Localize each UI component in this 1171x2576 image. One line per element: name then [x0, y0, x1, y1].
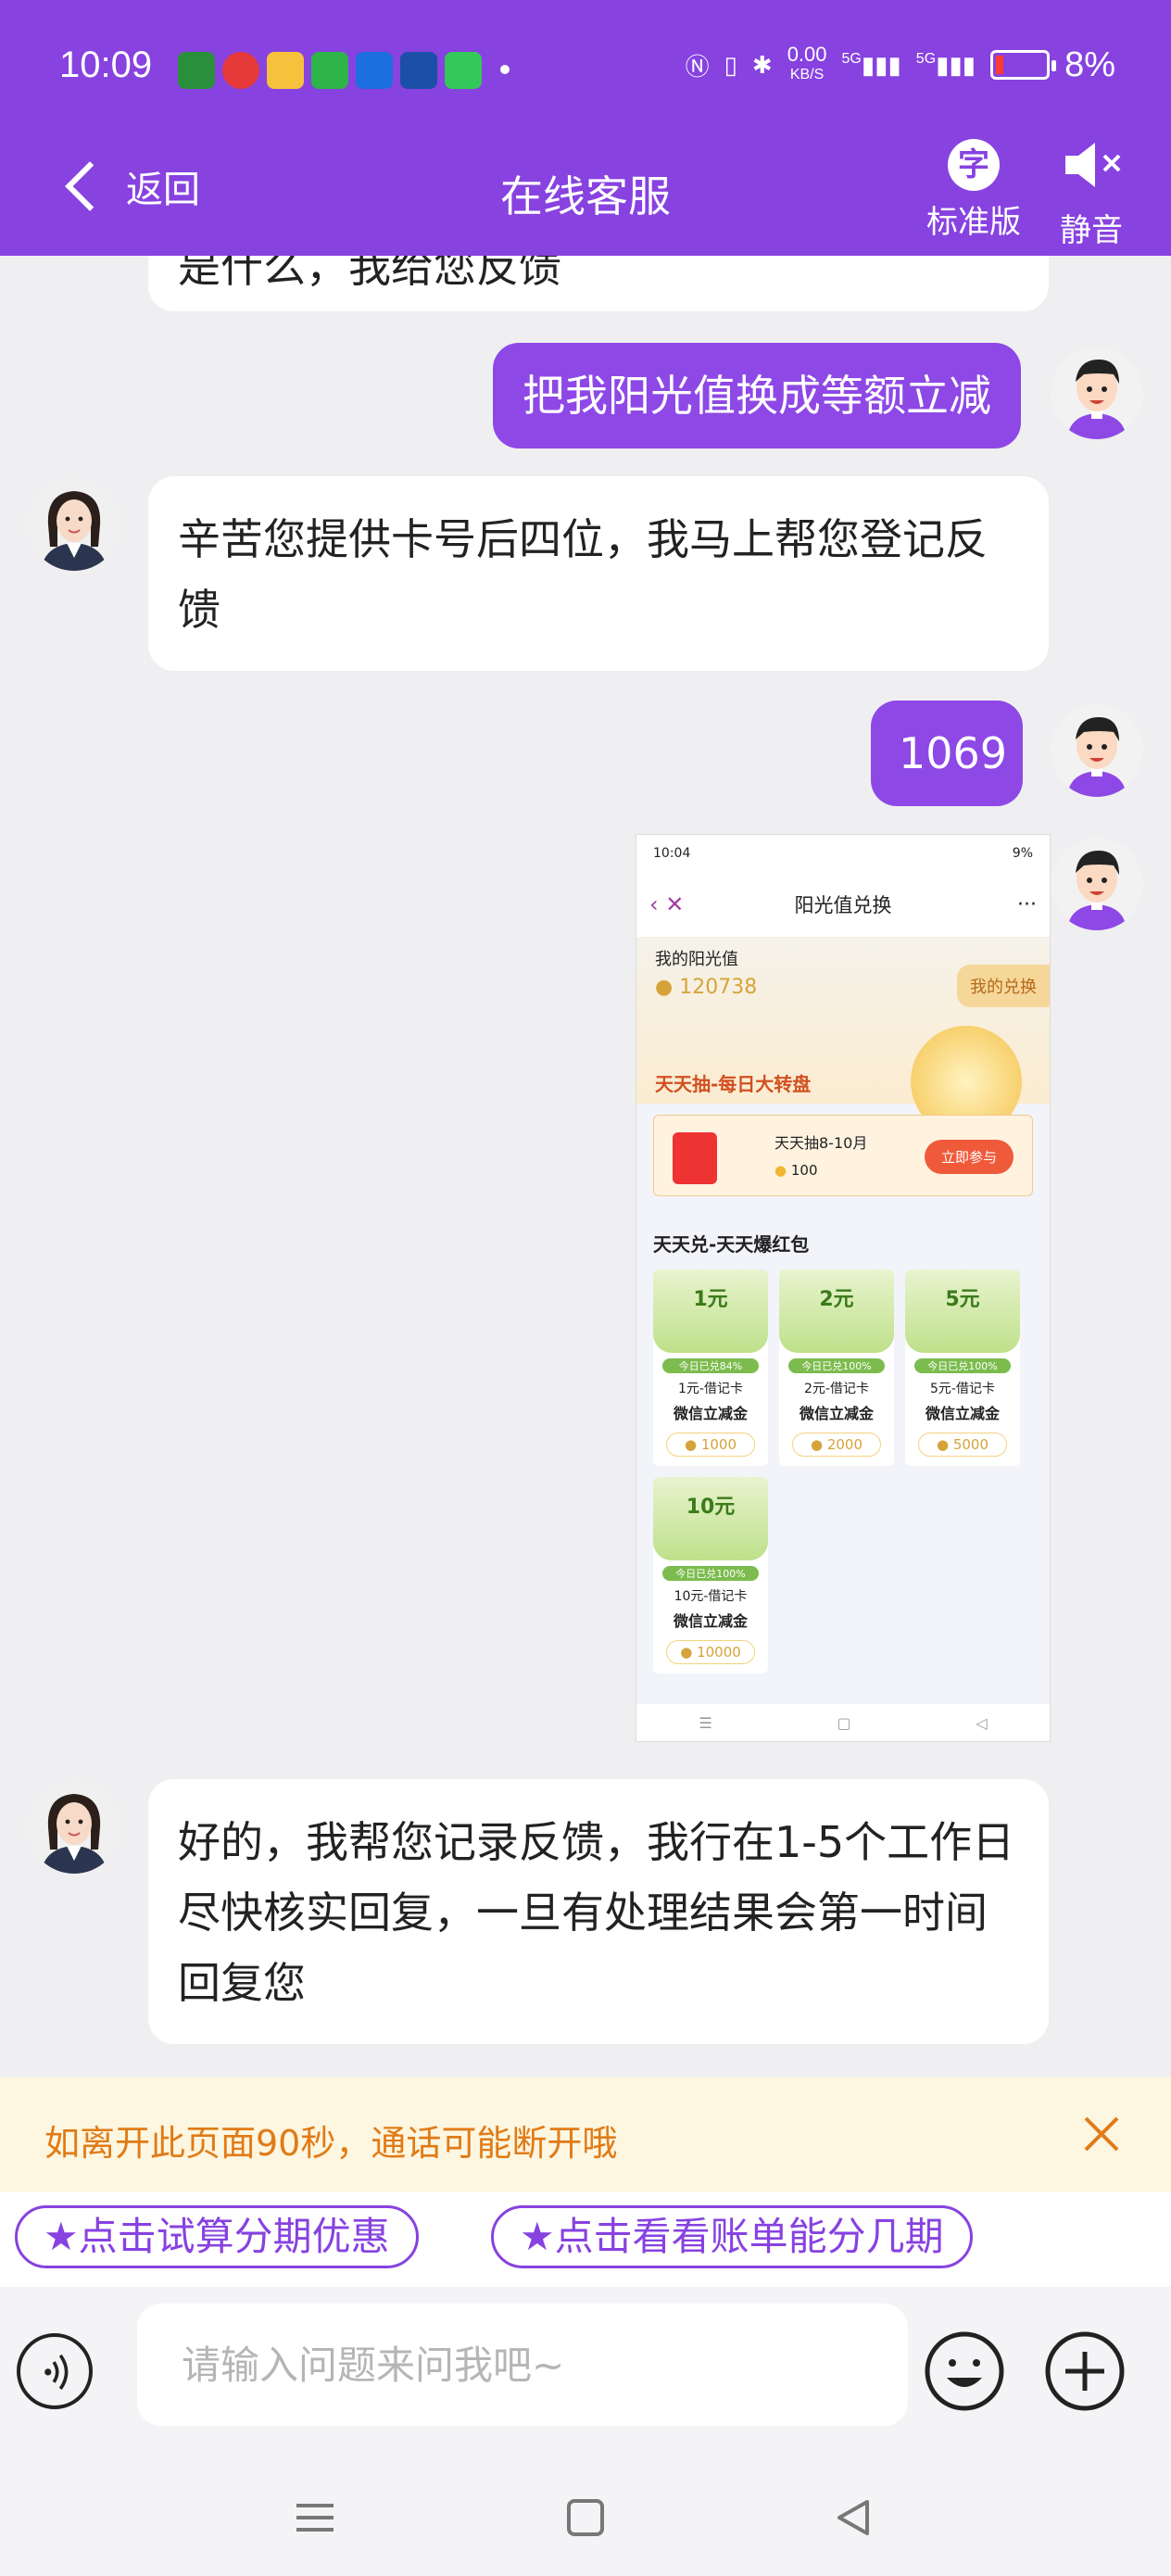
- ss-join-button: 立即参与: [924, 1140, 1014, 1174]
- ss-status-bar: 10:04 9%: [636, 835, 1050, 872]
- phone-icon: [311, 52, 348, 89]
- user-avatar[interactable]: [1051, 347, 1143, 439]
- signal-icon: 5G▮▮▮: [915, 50, 976, 79]
- agent-avatar[interactable]: [28, 478, 120, 571]
- message-icon: [445, 52, 482, 89]
- agent-message: 好的，我帮您记录反馈，我行在1-5个工作日尽快核实回复，一旦有处理结果会第一时间…: [148, 1779, 1049, 2044]
- bluetooth-icon: ✱: [751, 50, 773, 79]
- system-nav-bar: [0, 2454, 1171, 2576]
- ss-nav-bar: ‹ ✕ 阳光值兑换 ···: [636, 872, 1050, 937]
- net-speed: 0.00 KB/S: [787, 43, 827, 83]
- user-avatar[interactable]: [1051, 838, 1143, 930]
- top-bar: 10:09 Ⓝ ▯ ✱ 0.00 KB/S 5G▮▮▮ 5G▮▮▮ 8% 返回 …: [0, 0, 1171, 256]
- voice-input-icon[interactable]: [17, 2333, 93, 2409]
- ss-back-close-icon: ‹ ✕: [649, 891, 685, 917]
- app-notification-icon: [222, 52, 259, 89]
- vibrate-icon: ▯: [724, 50, 737, 79]
- ss-menu-icon: ☰: [699, 1713, 712, 1732]
- ss-draw-card: 天天抽8-10月 ● 100 立即参与: [653, 1115, 1033, 1196]
- menu-icon[interactable]: [287, 2494, 343, 2541]
- message-input[interactable]: [137, 2304, 908, 2426]
- status-time: 10:09: [59, 44, 153, 85]
- ss-reward-card: 5元 今日已兑100% 5元-借记卡 微信立减金 ● 5000: [905, 1269, 1020, 1466]
- mute-label: 静音: [1060, 212, 1123, 249]
- battery-icon: [990, 50, 1057, 80]
- close-icon[interactable]: [1080, 2113, 1123, 2155]
- ss-reward-card: 2元 今日已兑100% 2元-借记卡 微信立减金 ● 2000: [779, 1269, 894, 1466]
- signal-icon: 5G▮▮▮: [841, 50, 901, 79]
- ss-nav-buttons: ☰ ▢ ◁: [636, 1704, 1050, 1741]
- font-icon: 字: [948, 139, 1000, 191]
- disconnect-notice: 如离开此页面90秒，通话可能断开哦: [0, 2077, 1171, 2192]
- emoji-icon[interactable]: [923, 2330, 1006, 2413]
- app-notification-icon: [267, 52, 304, 89]
- ss-reward-card: 10元 今日已兑100% 10元-借记卡 微信立减金 ● 10000: [653, 1477, 768, 1673]
- ss-section-title: 天天兑-天天爆红包: [653, 1233, 810, 1256]
- ss-reward-card: 1元 今日已兑84% 1元-借记卡 微信立减金 ● 1000: [653, 1269, 768, 1466]
- agent-message: 辛苦您提供卡号后四位，我马上帮您登记反馈: [148, 476, 1049, 671]
- speaker-mute-icon: [1065, 143, 1121, 187]
- home-icon[interactable]: [558, 2494, 613, 2541]
- status-right: Ⓝ ▯ ✱ 0.00 KB/S 5G▮▮▮ 5G▮▮▮ 8%: [686, 44, 1115, 85]
- ss-more-icon: ···: [1017, 892, 1037, 916]
- user-message: 1069: [871, 701, 1023, 806]
- nfc-icon: Ⓝ: [685, 52, 710, 81]
- installment-calc-chip[interactable]: ★点击试算分期优惠: [15, 2205, 419, 2268]
- red-envelope-icon: [673, 1132, 717, 1184]
- ss-back-icon: ◁: [976, 1713, 988, 1732]
- standard-version-label: 标准版: [926, 204, 1021, 241]
- ss-home-icon: ▢: [837, 1713, 851, 1732]
- status-dot: [500, 65, 510, 74]
- ss-balance-banner: 我的阳光值 ● 120738 我的兑换 天天抽-每日大转盘: [636, 937, 1050, 1137]
- quick-actions: ★点击试算分期优惠 ★点击看看账单能分几期: [0, 2192, 1171, 2287]
- notice-text: 如离开此页面90秒，通话可能断开哦: [44, 2123, 618, 2164]
- image-message[interactable]: 10:04 9% ‹ ✕ 阳光值兑换 ··· 我的阳光值 ● 120738 我的…: [636, 834, 1051, 1742]
- input-bar: [0, 2287, 1171, 2454]
- chat-area[interactable]: 是什么，我给您反馈 把我阳光值换成等额立减 辛苦您提供卡号后四位，我马上帮您登记…: [0, 256, 1171, 2077]
- app-notification-icon: [400, 52, 437, 89]
- agent-message: 是什么，我给您反馈: [148, 256, 1049, 311]
- ss-balance: ● 120738: [655, 976, 758, 999]
- mute-button[interactable]: 静音: [1058, 139, 1125, 250]
- user-avatar[interactable]: [1051, 704, 1143, 797]
- back-icon[interactable]: [826, 2494, 882, 2541]
- app-notification-icon: [356, 52, 393, 89]
- user-message: 把我阳光值换成等额立减: [493, 343, 1021, 448]
- standard-version-button[interactable]: 字 标准版: [926, 139, 1021, 242]
- agent-avatar[interactable]: [28, 1781, 120, 1874]
- bill-installment-chip[interactable]: ★点击看看账单能分几期: [491, 2205, 973, 2268]
- ss-my-exchange: 我的兑换: [957, 965, 1050, 1007]
- status-app-icons: [178, 52, 482, 89]
- battery-percent: 8%: [1064, 44, 1115, 84]
- ss-title: 阳光值兑换: [794, 894, 892, 916]
- app-notification-icon: [178, 52, 215, 89]
- ss-card-grid: 1元 今日已兑84% 1元-借记卡 微信立减金 ● 1000 2元 今日已兑10…: [653, 1269, 1033, 1673]
- plus-icon[interactable]: [1043, 2330, 1127, 2413]
